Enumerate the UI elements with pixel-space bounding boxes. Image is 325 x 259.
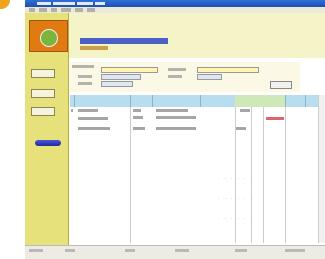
grid-placeholder: . . . . . . xyxy=(218,215,254,220)
status-item xyxy=(125,249,135,252)
field-label xyxy=(168,68,186,71)
column-divider xyxy=(263,107,264,243)
grid-cell xyxy=(133,116,143,119)
grid-cell xyxy=(78,109,98,112)
grid-cell xyxy=(156,116,196,119)
grid-header xyxy=(70,95,325,107)
sidebar-button-2[interactable] xyxy=(31,89,55,98)
page-header xyxy=(69,13,325,58)
grid-placeholder: . . . . . . xyxy=(218,175,254,180)
status-bar xyxy=(25,245,325,259)
col-header xyxy=(152,95,201,107)
grid-cell xyxy=(78,127,110,130)
exit-button[interactable] xyxy=(35,140,61,146)
field-2-input[interactable] xyxy=(197,67,259,73)
grid-cell xyxy=(133,127,145,130)
col-header xyxy=(130,95,153,107)
col-header xyxy=(235,95,252,107)
row-marker xyxy=(71,109,73,112)
search-form xyxy=(70,62,300,92)
select-3[interactable] xyxy=(101,81,133,87)
menu-item[interactable] xyxy=(61,8,71,12)
col-header xyxy=(200,95,236,107)
status-item xyxy=(175,249,189,252)
field-label xyxy=(78,82,92,85)
status-item xyxy=(65,249,75,252)
grid-cell xyxy=(78,117,108,120)
grid-cell xyxy=(236,127,246,130)
grid-placeholder: . . . . . . xyxy=(218,195,254,200)
page-subtitle xyxy=(80,46,108,50)
select-2[interactable] xyxy=(197,74,222,80)
window-title xyxy=(37,1,107,6)
grid-cell xyxy=(266,117,284,120)
logo-icon xyxy=(40,29,58,47)
col-header xyxy=(285,95,306,107)
menu-item[interactable] xyxy=(29,8,35,12)
sidebar-button-1[interactable] xyxy=(31,69,55,78)
select-1[interactable] xyxy=(101,74,141,80)
app-logo xyxy=(29,20,68,52)
column-divider xyxy=(285,107,286,243)
field-1-input[interactable] xyxy=(101,67,158,73)
status-item xyxy=(235,249,247,252)
results-grid: . . . . . . . . . . . . . . . . . . xyxy=(70,95,325,243)
menu-item[interactable] xyxy=(51,8,57,12)
field-label xyxy=(78,75,92,78)
status-item xyxy=(29,249,43,252)
sidebar-button-3[interactable] xyxy=(31,107,55,116)
col-header xyxy=(74,95,131,107)
status-item xyxy=(285,249,305,252)
field-label xyxy=(72,65,94,68)
column-divider xyxy=(130,107,131,243)
vertical-scrollbar[interactable] xyxy=(318,95,325,243)
window-titlebar[interactable] xyxy=(25,0,325,7)
grid-cell xyxy=(133,109,141,112)
menu-item[interactable] xyxy=(39,8,47,12)
search-button[interactable] xyxy=(270,81,292,89)
field-label xyxy=(168,75,182,78)
grid-cell xyxy=(240,109,250,112)
page-title xyxy=(80,38,168,51)
grid-cell xyxy=(156,127,196,130)
grid-cell xyxy=(156,109,188,112)
menu-item[interactable] xyxy=(87,8,95,12)
page-title-line xyxy=(80,38,168,44)
menu-item[interactable] xyxy=(75,8,83,12)
step-badge xyxy=(0,0,10,9)
